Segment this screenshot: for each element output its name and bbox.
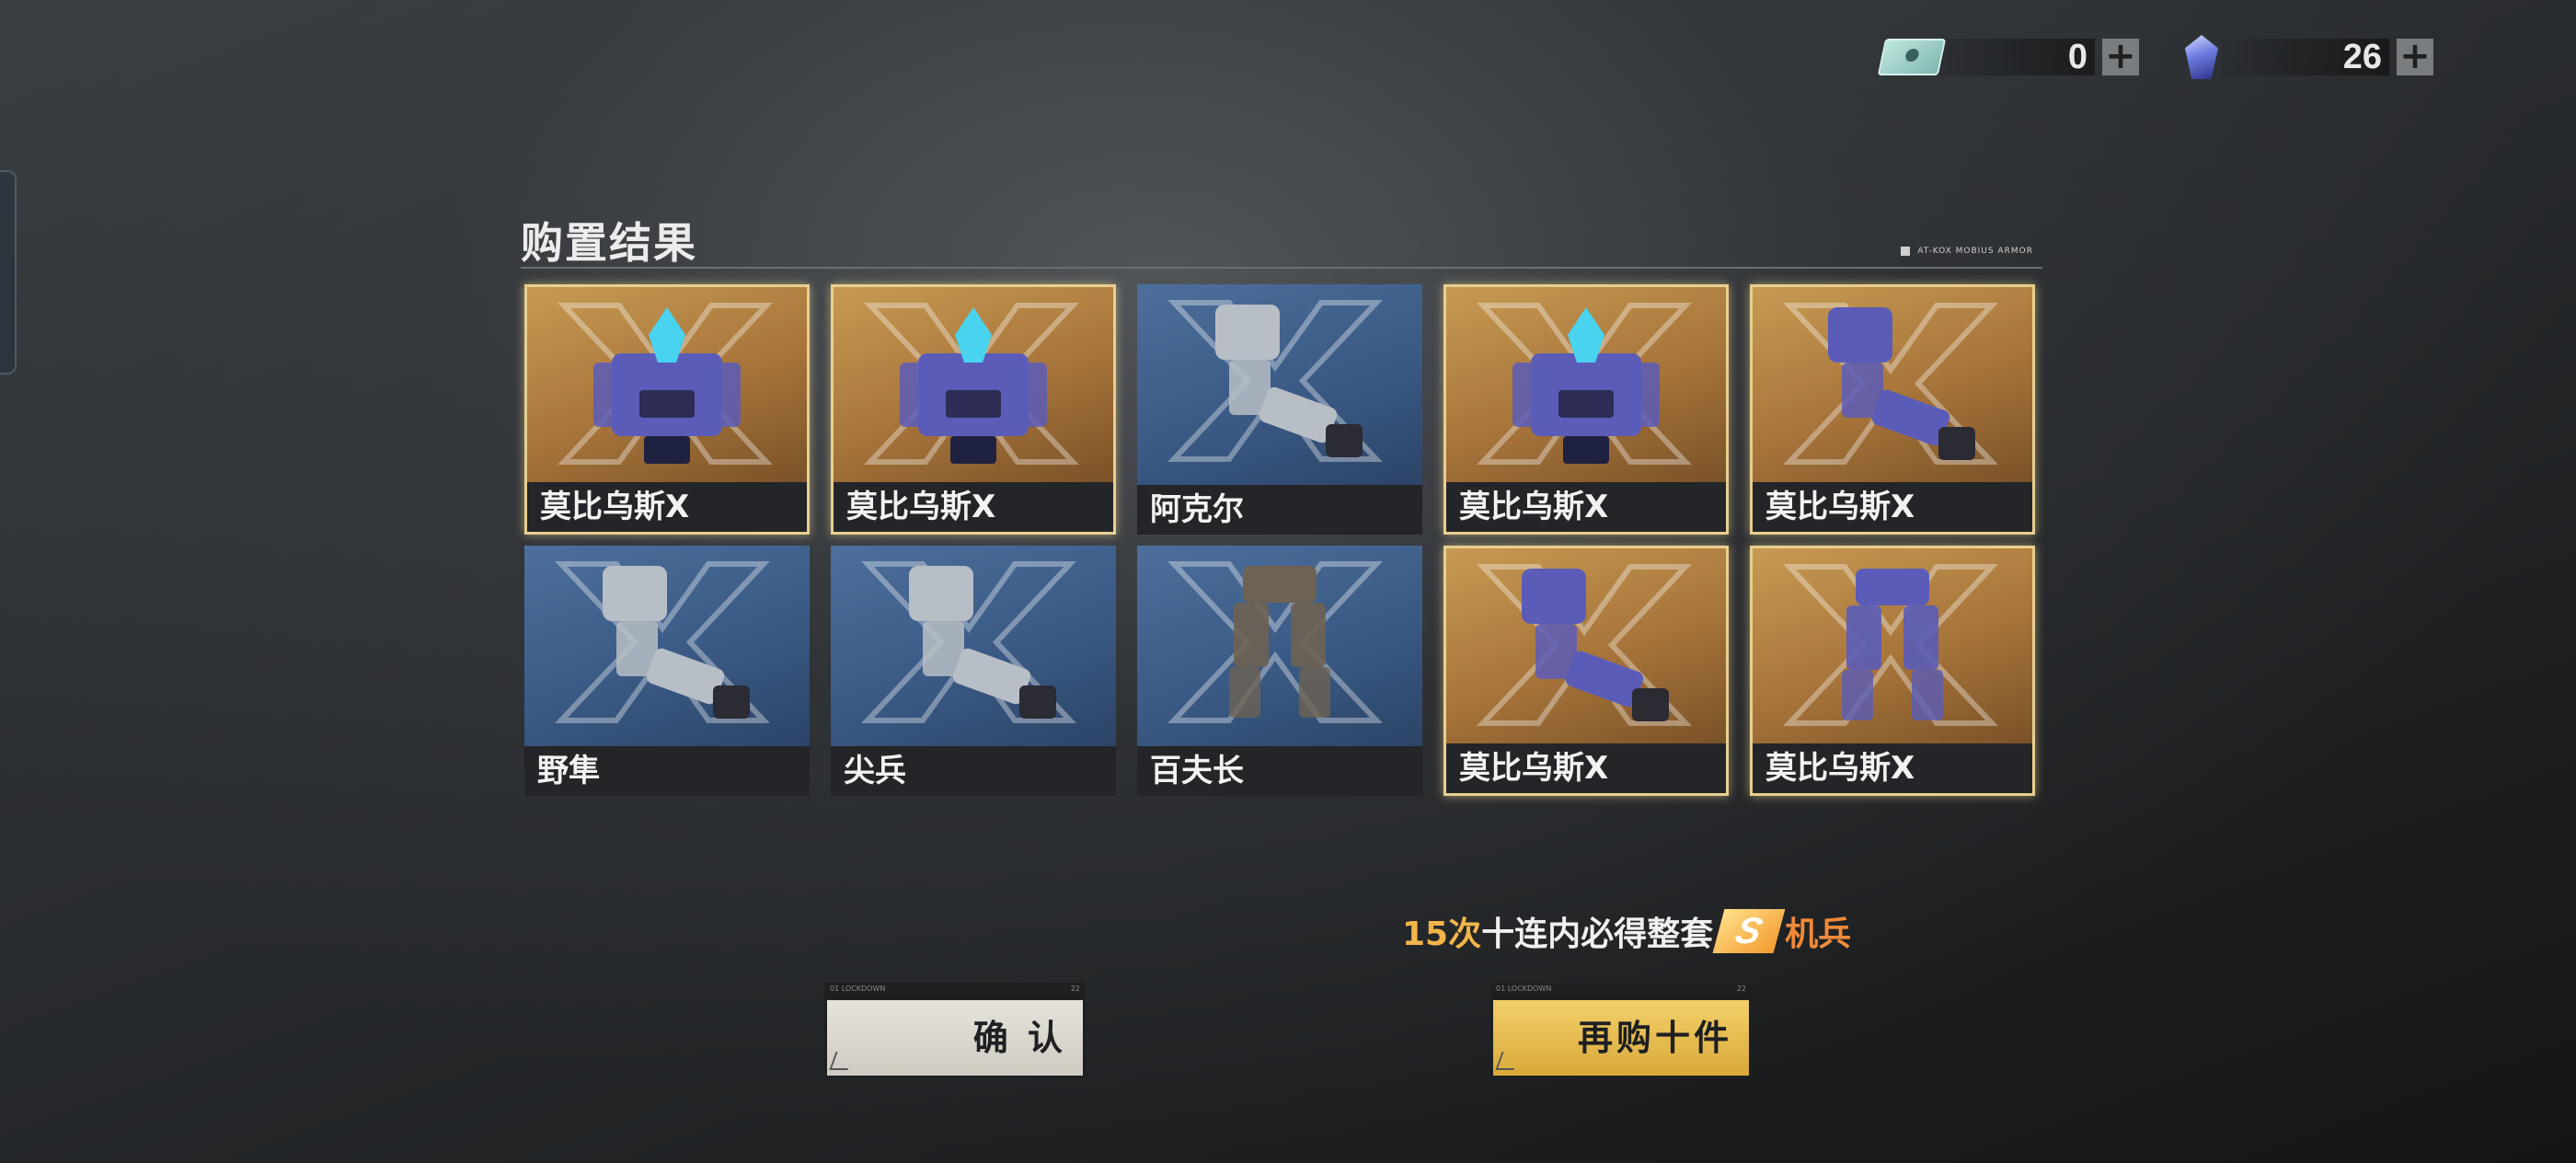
confirm-button-label: 确 认 [972, 1018, 1066, 1058]
result-card-art [834, 287, 1113, 482]
again-tag-right: 22 [1736, 985, 1746, 993]
result-card[interactable]: 野隼 [524, 546, 810, 796]
ticket-count: 0 [2067, 38, 2087, 76]
corner-notch-icon [829, 1052, 855, 1070]
side-drawer-tab[interactable] [0, 170, 17, 374]
result-card-art [527, 287, 807, 482]
pity-suffix: 机兵 [1785, 915, 1852, 953]
buy-ten-again-label: 再购十件 [1577, 1018, 1732, 1058]
corner-notch-icon [1495, 1052, 1521, 1070]
result-card-art [1753, 548, 2032, 743]
mech-part-image [566, 557, 768, 735]
result-card-art [1753, 287, 2032, 482]
result-card[interactable]: 莫比乌斯X [831, 284, 1116, 535]
add-ticket-button[interactable]: + [2102, 38, 2139, 75]
result-card[interactable]: 百夫长 [1137, 546, 1422, 796]
confirm-button[interactable]: 01 LOCKDOWN 22 确 认 [824, 983, 1086, 1078]
result-card-name: 莫比乌斯X [1446, 482, 1726, 532]
confirm-tag-left: 01 LOCKDOWN [830, 985, 886, 993]
result-card-art [831, 546, 1116, 746]
result-card-art [1446, 287, 1726, 482]
result-card-name: 阿克尔 [1137, 485, 1422, 535]
page-title: 购置结果 [521, 218, 697, 268]
note-square-icon [1901, 247, 1911, 256]
gem-icon [2185, 35, 2218, 79]
result-card-name: 尖兵 [831, 746, 1116, 796]
header-note: AT-KOX MOBIUS ARMOR [1901, 247, 2033, 256]
s-rank-badge-icon: S [1712, 909, 1786, 953]
mech-part-image [1494, 298, 1678, 477]
gem-currency: 26 + [2185, 35, 2433, 79]
pity-notice: 15次 十连内必得整套 S 机兵 [1402, 904, 1851, 959]
mech-part-image [872, 557, 1075, 735]
result-card[interactable]: 莫比乌斯X [1443, 546, 1729, 796]
result-card-art [1137, 284, 1422, 485]
result-card-art [1137, 546, 1422, 746]
mech-part-image [1485, 559, 1687, 738]
ticket-currency: 0 + [1877, 35, 2139, 79]
confirm-tag-right: 22 [1070, 985, 1080, 993]
again-button-face[interactable]: 再购十件 [1490, 997, 1752, 1078]
result-card[interactable]: 莫比乌斯X [524, 284, 810, 535]
mech-part-image [1791, 298, 1994, 477]
result-card-name: 莫比乌斯X [1753, 482, 2032, 532]
mech-part-image [881, 298, 1065, 477]
result-card-name: 莫比乌斯X [1446, 743, 1726, 793]
result-card-name: 莫比乌斯X [527, 482, 807, 532]
gem-count: 26 [2342, 38, 2382, 76]
mech-part-image [1179, 295, 1381, 474]
results-header: 购置结果 AT-KOX MOBIUS ARMOR [521, 210, 2042, 269]
mech-part-image [1800, 559, 1984, 738]
result-card[interactable]: 阿克尔 [1137, 284, 1422, 535]
result-card[interactable]: 莫比乌斯X [1750, 284, 2035, 535]
confirm-button-face[interactable]: 确 认 [824, 997, 1086, 1078]
mech-part-image [575, 298, 759, 477]
header-note-text: AT-KOX MOBIUS ARMOR [1917, 247, 2033, 256]
result-card[interactable]: 尖兵 [831, 546, 1116, 796]
result-card-name: 莫比乌斯X [834, 482, 1113, 532]
pity-text: 十连内必得整套 [1481, 915, 1714, 953]
add-gem-button[interactable]: + [2397, 38, 2433, 75]
confirm-button-tag: 01 LOCKDOWN 22 [824, 983, 1086, 997]
result-card[interactable]: 莫比乌斯X [1443, 284, 1729, 535]
result-card[interactable]: 莫比乌斯X [1750, 546, 2035, 796]
again-button-tag: 01 LOCKDOWN 22 [1490, 983, 1752, 997]
pity-count: 15次 [1402, 915, 1482, 953]
result-card-name: 莫比乌斯X [1753, 743, 2032, 793]
again-tag-left: 01 LOCKDOWN [1496, 985, 1552, 993]
result-card-name: 野隼 [524, 746, 810, 796]
result-card-art [524, 546, 810, 746]
buy-ten-again-button[interactable]: 01 LOCKDOWN 22 再购十件 [1490, 983, 1752, 1078]
mech-part-image [1188, 557, 1372, 735]
ticket-icon [1877, 39, 1947, 75]
result-card-art [1446, 548, 1726, 743]
result-card-name: 百夫长 [1137, 746, 1422, 796]
